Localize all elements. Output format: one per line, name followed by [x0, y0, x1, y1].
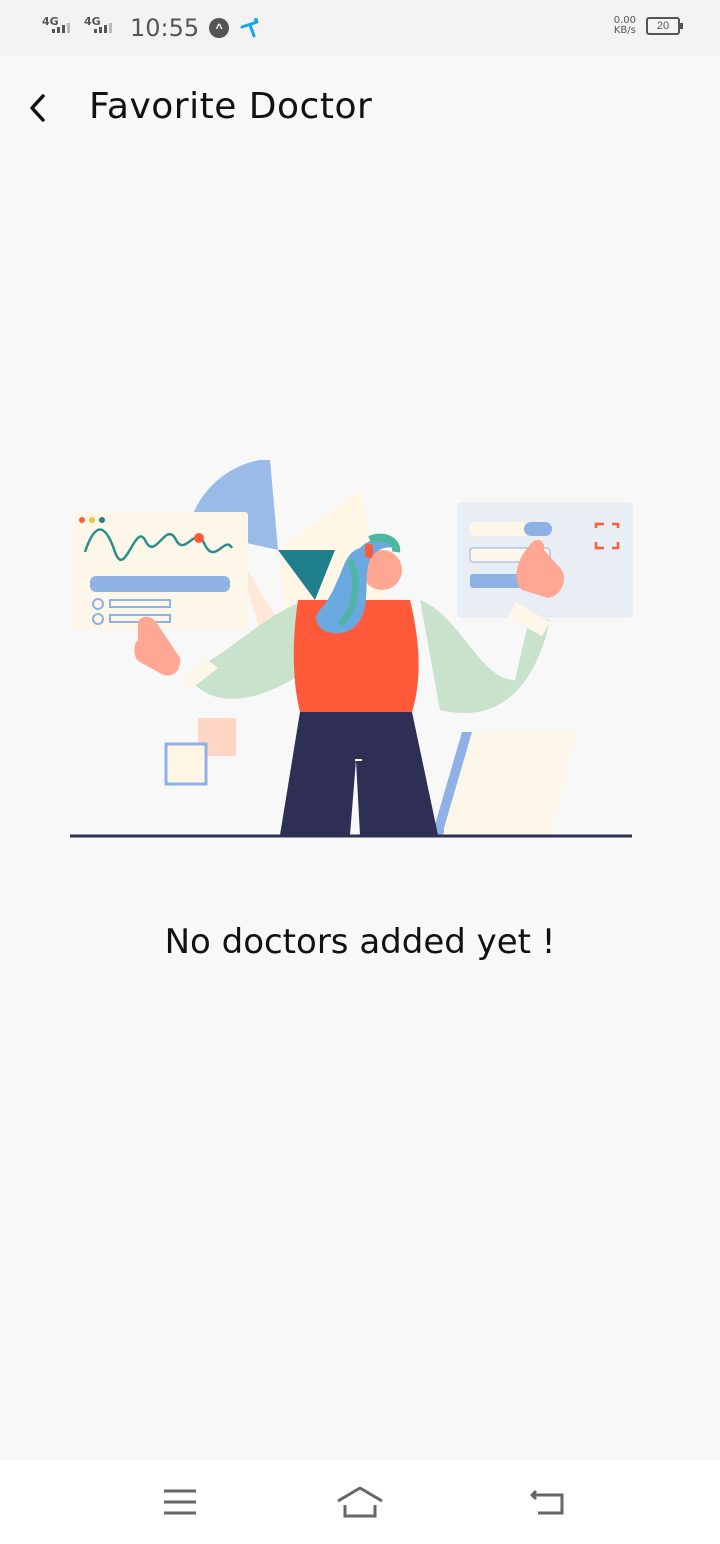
status-right: 0.00 KB/s 20 [614, 16, 683, 36]
back-button[interactable] [20, 86, 56, 130]
return-button[interactable] [518, 1480, 578, 1524]
signal-icon: 4G [84, 15, 116, 41]
screen: 4G 4G 10:55 ^ 0.00 KB/s 20 Favorite Doct… [0, 0, 720, 1544]
home-icon [337, 1486, 383, 1518]
system-nav-bar [0, 1460, 720, 1544]
battery-icon: 20 [646, 17, 683, 35]
empty-state-message: No doctors added yet ! [164, 922, 556, 962]
battery-level: 20 [656, 20, 670, 32]
speed-unit: KB/s [613, 25, 636, 36]
status-left: 4G 4G 10:55 ^ [42, 14, 261, 42]
menu-icon [164, 1489, 196, 1515]
network-speed: 0.00 KB/s [614, 16, 636, 36]
back-arrow-icon [30, 94, 45, 122]
carrier-icon [240, 18, 259, 38]
signal-icon: 4G [42, 15, 74, 41]
page-title: Favorite Doctor [89, 86, 373, 127]
clock: 10:55 [130, 14, 200, 42]
home-button[interactable] [330, 1480, 390, 1524]
status-bar: 4G 4G 10:55 ^ 0.00 KB/s 20 [0, 0, 720, 56]
empty-state-illustration [70, 460, 633, 838]
menu-button[interactable] [150, 1480, 210, 1524]
app-bar: Favorite Doctor [0, 56, 720, 160]
app-notification-icon: ^ [209, 18, 230, 38]
return-icon [530, 1489, 564, 1515]
